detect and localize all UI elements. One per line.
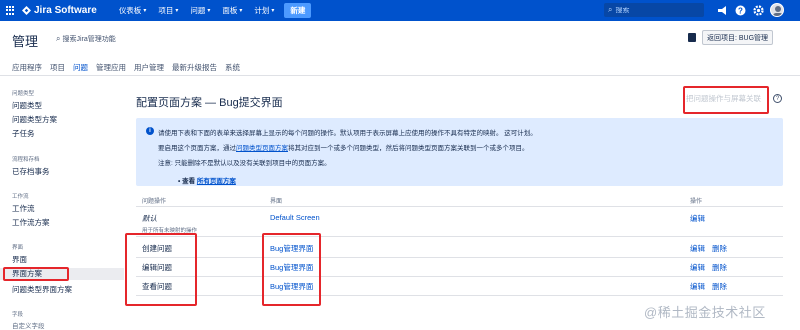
nav-label: 仪表板	[118, 6, 142, 15]
nav-boards[interactable]: 面板 ▾	[222, 5, 242, 16]
watermark: @稀土掘金技术社区	[644, 305, 766, 320]
info-message: i 请使用下表和下面的表单来选择屏幕上显示的每个问题的操作。默认项用于表示屏幕上…	[136, 118, 783, 186]
create-button[interactable]: 新建	[284, 3, 312, 18]
chevron-down-icon: ▾	[175, 8, 179, 14]
info-text: 要启用这个页面方案，通过	[158, 145, 236, 152]
sidebar-item-workflows[interactable]: 工作流	[12, 203, 35, 214]
annotation-box	[262, 233, 321, 306]
app-switcher-icon[interactable]	[6, 5, 16, 16]
search-icon: ⌕	[608, 5, 613, 14]
sidebar-heading: 界面	[12, 245, 24, 251]
sidebar-item-subtasks[interactable]: 子任务	[12, 128, 35, 139]
table-divider	[136, 257, 783, 258]
chevron-down-icon: ▾	[271, 8, 275, 14]
back-to-project-button[interactable]: 返回项目: BUG管理	[702, 30, 774, 45]
search-input[interactable]	[615, 6, 696, 14]
admin-sidebar: 问题类型 问题类型 问题类型方案 子任务 流程和存档 已存档事务 工作流 工作流…	[0, 76, 124, 330]
nav-label: 计划	[254, 6, 270, 15]
sidebar-heading: 问题类型	[12, 91, 35, 97]
info-line: 要启用这个页面方案，通过问题类型页面方案将其对应到一个或多个问题类型，然后将问题…	[158, 142, 529, 152]
avatar[interactable]	[770, 3, 784, 17]
chevron-down-icon: ▾	[207, 8, 211, 14]
sidebar-heading: 字段	[12, 312, 24, 318]
sidebar-heading: 工作流	[12, 194, 29, 200]
admin-search-label: 搜索Jira管理功能	[62, 36, 116, 43]
column-header-operation: 问题操作	[142, 199, 167, 205]
chevron-down-icon: ▾	[143, 8, 147, 14]
screen-scheme-title: 配置页面方案 — Bug提交界面	[136, 97, 283, 109]
top-navigation-bar: Jira Software 仪表板 ▾ 项目 ▾ 问题 ▾ 面板 ▾ 计划 ▾ 新建 ⌕ …	[0, 0, 800, 21]
sidebar-heading: 流程和存档	[12, 157, 40, 163]
jira-diamond-icon	[22, 6, 31, 15]
info-bullet: • 查看 所有页面方案	[178, 175, 236, 185]
issue-type-screen-scheme-link[interactable]: 问题类型页面方案	[236, 145, 288, 152]
table-divider	[136, 206, 783, 207]
edit-link[interactable]: 编辑	[690, 213, 705, 224]
nav-dashboards[interactable]: 仪表板 ▾	[119, 5, 147, 16]
default-operation: 默认	[142, 214, 157, 223]
delete-link[interactable]: 删除	[712, 243, 727, 254]
svg-text:?: ?	[738, 6, 743, 15]
sidebar-item-screens[interactable]: 界面	[12, 254, 27, 265]
nav-plans[interactable]: 计划 ▾	[254, 5, 274, 16]
admin-search-link[interactable]: ⌕ 搜索Jira管理功能	[56, 34, 116, 44]
table-divider	[136, 276, 783, 277]
sidebar-item-archived[interactable]: 已存档事务	[12, 166, 50, 177]
edit-link[interactable]: 编辑	[690, 281, 705, 292]
sidebar-item-issue-type-screen-schemes[interactable]: 问题类型界面方案	[12, 284, 72, 295]
info-text: 将其对应到一个或多个问题类型，然后将问题类型页面方案关联到一个或多个项目。	[288, 145, 529, 152]
nav-issues[interactable]: 问题 ▾	[190, 5, 210, 16]
edit-link[interactable]: 编辑	[690, 243, 705, 254]
sidebar-item-workflow-schemes[interactable]: 工作流方案	[12, 217, 50, 228]
feedback-icon[interactable]	[688, 33, 696, 42]
delete-link[interactable]: 删除	[712, 281, 727, 292]
delete-link[interactable]: 删除	[712, 262, 727, 273]
search-icon: ⌕	[56, 34, 61, 43]
table-divider	[136, 236, 783, 237]
nav-projects[interactable]: 项目 ▾	[158, 5, 178, 16]
page-title: 管理	[12, 34, 39, 49]
help-icon[interactable]: ?	[773, 94, 782, 103]
back-label: 返回项目: BUG管理	[707, 34, 769, 42]
sidebar-item-custom-fields[interactable]: 自定义字段	[12, 320, 45, 330]
info-icon: i	[146, 127, 154, 135]
nav-label: 问题	[190, 6, 206, 15]
help-icon[interactable]: ?	[734, 4, 746, 16]
default-screen-link[interactable]: Default Screen	[270, 213, 320, 222]
nav-label: 面板	[222, 6, 238, 15]
table-divider	[136, 295, 783, 296]
column-header-actions: 操作	[690, 199, 703, 205]
info-text: • 查看	[178, 178, 197, 185]
logo-text: Jira Software	[34, 5, 97, 16]
annotation-box	[683, 86, 769, 114]
edit-link[interactable]: 编辑	[690, 262, 705, 273]
global-search[interactable]: ⌕	[604, 3, 704, 17]
annotation-box	[125, 233, 197, 306]
nav-label: 项目	[158, 6, 174, 15]
info-line: 注意: 只能删除不是默认以及没有关联到项目中的页面方案。	[158, 160, 331, 167]
all-screen-schemes-link[interactable]: 所有页面方案	[197, 178, 236, 185]
gear-icon[interactable]	[752, 4, 764, 16]
sidebar-item-issue-type-schemes[interactable]: 问题类型方案	[12, 114, 57, 125]
info-line: 请使用下表和下面的表单来选择屏幕上显示的每个问题的操作。默认项用于表示屏幕上应使…	[158, 130, 537, 137]
chevron-down-icon: ▾	[239, 8, 243, 14]
column-header-screen: 界面	[270, 199, 283, 205]
sidebar-item-issue-types[interactable]: 问题类型	[12, 100, 42, 111]
megaphone-icon[interactable]	[716, 4, 728, 16]
jira-logo[interactable]: Jira Software	[22, 5, 97, 16]
annotation-box	[3, 267, 69, 281]
